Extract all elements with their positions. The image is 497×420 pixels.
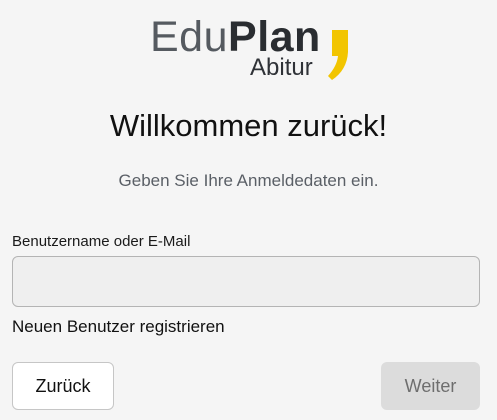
page-subtitle: Geben Sie Ihre Anmeldedaten ein. (118, 171, 379, 190)
back-button[interactable]: Zurück (12, 362, 114, 410)
username-label: Benutzername oder E-Mail (12, 233, 191, 250)
register-link[interactable]: Neuen Benutzer registrieren (12, 316, 225, 338)
eduplan-abitur-logo: EduPlan Abitur (150, 14, 360, 84)
logo-wordmark-edu: Edu (150, 13, 229, 61)
logo-subtitle: Abitur (250, 54, 313, 81)
page-title: Willkommen zurück! (109, 108, 388, 143)
comma-icon (328, 30, 348, 80)
next-button[interactable]: Weiter (381, 362, 480, 410)
username-input[interactable] (12, 256, 480, 307)
